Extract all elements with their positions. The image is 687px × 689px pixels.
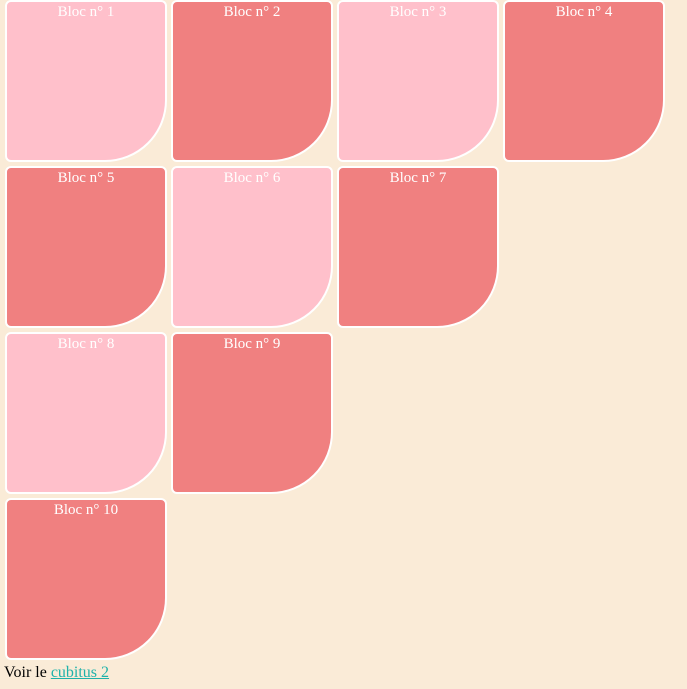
bloc-7: Bloc n° 7 <box>337 166 499 328</box>
bloc-7-label: Bloc n° 7 <box>389 170 447 186</box>
bloc-4: Bloc n° 4 <box>503 0 665 162</box>
bloc-9-label: Bloc n° 9 <box>223 336 281 352</box>
bloc-9: Bloc n° 9 <box>171 332 333 494</box>
bloc-6: Bloc n° 6 <box>171 166 333 328</box>
bloc-8: Bloc n° 8 <box>5 332 167 494</box>
bloc-1: Bloc n° 1 <box>5 0 167 162</box>
bloc-2: Bloc n° 2 <box>171 0 333 162</box>
bloc-4-label: Bloc n° 4 <box>555 4 613 20</box>
bloc-3: Bloc n° 3 <box>337 0 499 162</box>
footer-prefix: Voir le <box>4 664 47 681</box>
bloc-3-label: Bloc n° 3 <box>389 4 447 20</box>
bloc-5-label: Bloc n° 5 <box>57 170 115 186</box>
bloc-1-label: Bloc n° 1 <box>57 4 115 20</box>
footer-line: Voir le cubitus 2 <box>4 663 109 683</box>
bloc-5: Bloc n° 5 <box>5 166 167 328</box>
bloc-2-label: Bloc n° 2 <box>223 4 281 20</box>
bloc-8-label: Bloc n° 8 <box>57 336 115 352</box>
cubitus-2-link[interactable]: cubitus 2 <box>51 664 109 681</box>
bloc-6-label: Bloc n° 6 <box>223 170 281 186</box>
bloc-10-label: Bloc n° 10 <box>53 502 119 518</box>
bloc-10: Bloc n° 10 <box>5 498 167 660</box>
